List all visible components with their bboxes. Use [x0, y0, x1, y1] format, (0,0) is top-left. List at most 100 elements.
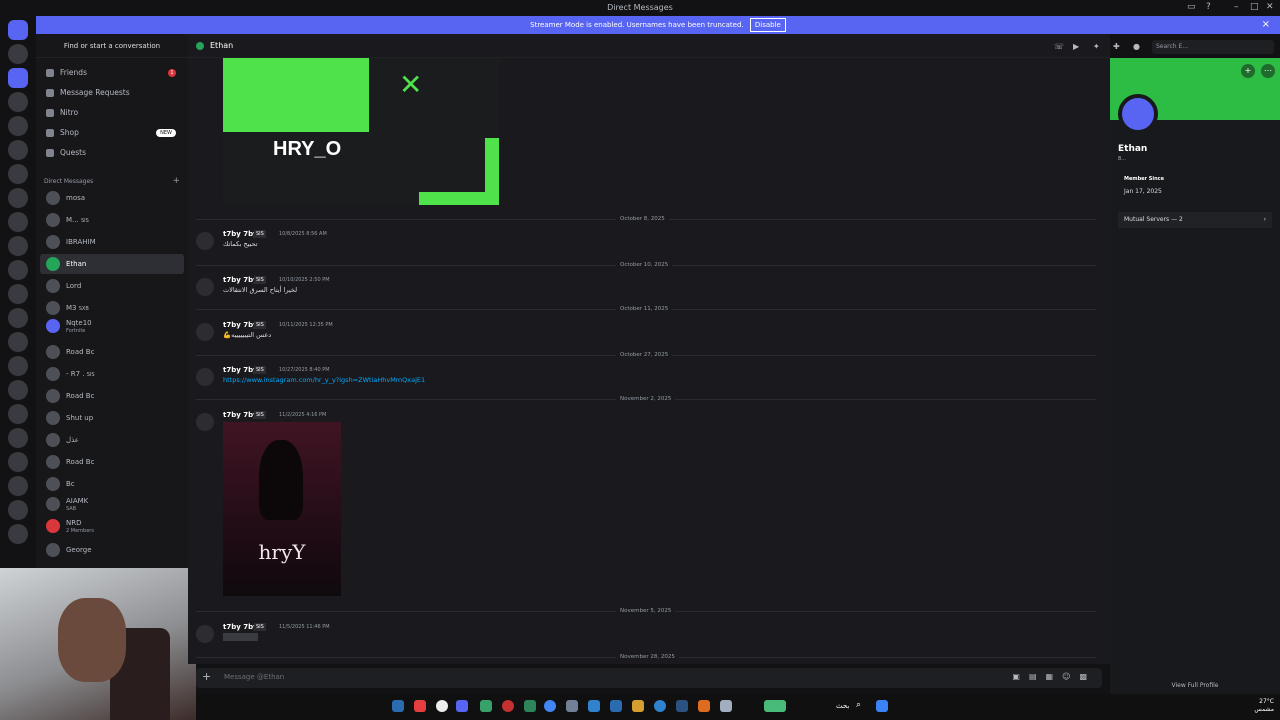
server-icon[interactable]	[8, 92, 28, 112]
message-author[interactable]: t7by 7by	[223, 623, 258, 631]
maximize-button[interactable]: □	[1250, 2, 1259, 12]
avatar[interactable]	[196, 413, 214, 431]
dm-item[interactable]: Bc	[40, 474, 184, 494]
apps-icon[interactable]: ▩	[1079, 672, 1096, 681]
add-friends-icon[interactable]: ✚	[1113, 42, 1120, 51]
voice-call-icon[interactable]: ☏	[1054, 42, 1064, 51]
folder-icon[interactable]	[632, 700, 644, 712]
add-friend-icon[interactable]: +	[1241, 64, 1255, 78]
disable-streamer-button[interactable]: Disable	[749, 18, 786, 32]
server-icon[interactable]	[8, 188, 28, 208]
dm-item[interactable]: M... SIS	[40, 210, 184, 230]
image-attachment-banner[interactable]: ✕ HRY_O	[223, 58, 499, 205]
server-icon[interactable]	[8, 380, 28, 400]
avatar[interactable]	[196, 232, 214, 250]
sticker-icon[interactable]: ▦	[1046, 672, 1063, 681]
server-icon[interactable]	[8, 68, 28, 88]
app-icon[interactable]	[588, 700, 600, 712]
profile-avatar[interactable]	[1118, 94, 1158, 134]
server-icon[interactable]	[8, 428, 28, 448]
server-icon[interactable]	[8, 260, 28, 280]
dm-item[interactable]: عذل	[40, 430, 184, 450]
spoiler-text[interactable]: رسالة مخفية	[223, 633, 258, 641]
server-icon[interactable]	[8, 308, 28, 328]
browser-icon[interactable]	[654, 700, 666, 712]
dm-item-active[interactable]: Ethan	[40, 254, 184, 274]
inbox-icon[interactable]: ▭	[1187, 2, 1196, 12]
emoji-icon[interactable]: ☺	[1062, 672, 1079, 681]
avatar[interactable]	[196, 278, 214, 296]
message-author[interactable]: t7by 7by	[223, 230, 258, 238]
server-icon[interactable]	[8, 284, 28, 304]
dm-item[interactable]: mosa	[40, 188, 184, 208]
message-input[interactable]: Message @Ethan	[224, 673, 284, 681]
gif-icon[interactable]: ▤	[1029, 672, 1046, 681]
nav-quests[interactable]: Quests	[40, 144, 184, 162]
dm-item[interactable]: Road Bc	[40, 342, 184, 362]
search-label[interactable]: بحث	[836, 702, 849, 710]
app-icon[interactable]	[524, 700, 536, 712]
dm-item[interactable]: Nqte10 Fortnite	[40, 316, 184, 336]
message-author[interactable]: t7by 7by	[223, 321, 258, 329]
app-icon[interactable]	[502, 700, 514, 712]
edge-icon[interactable]	[610, 700, 622, 712]
system-tray[interactable]: 27°C مشمس	[1254, 698, 1274, 714]
chrome-icon[interactable]	[544, 700, 556, 712]
windows-start-icon[interactable]	[876, 700, 888, 712]
steam-icon[interactable]	[392, 700, 404, 712]
nav-friends[interactable]: Friends 1	[40, 64, 184, 82]
add-attachment-icon[interactable]: +	[202, 670, 211, 683]
app-icon[interactable]	[676, 700, 688, 712]
server-icon[interactable]	[8, 356, 28, 376]
dm-item[interactable]: Road Bc	[40, 386, 184, 406]
server-icon[interactable]	[8, 524, 28, 544]
server-icon[interactable]	[8, 164, 28, 184]
avatar[interactable]	[196, 323, 214, 341]
dm-item[interactable]: M3 SXB	[40, 298, 184, 318]
home-discord-icon[interactable]	[8, 20, 28, 40]
server-icon[interactable]	[8, 236, 28, 256]
avatar[interactable]	[196, 368, 214, 386]
search-input[interactable]: Search E...	[1152, 40, 1274, 54]
dm-item[interactable]: George	[40, 540, 184, 560]
app-icon[interactable]	[698, 700, 710, 712]
app-icon[interactable]	[414, 700, 426, 712]
server-icon[interactable]	[8, 44, 28, 64]
message-author[interactable]: t7by 7by	[223, 411, 258, 419]
search-icon[interactable]: ⌕	[856, 700, 861, 710]
play-icon[interactable]	[480, 700, 492, 712]
settings-icon[interactable]	[566, 700, 578, 712]
close-window-button[interactable]: ✕	[1266, 2, 1274, 12]
message-author[interactable]: t7by 7by	[223, 276, 258, 284]
message-link[interactable]: https://www.instagram.com/hr_y_y?igsh=ZW…	[223, 376, 425, 384]
server-icon[interactable]	[8, 140, 28, 160]
dm-item[interactable]: IBRAHIM	[40, 232, 184, 252]
nav-shop[interactable]: Shop NEW	[40, 124, 184, 142]
dm-item[interactable]: AIAMK SAB	[40, 494, 184, 514]
avatar[interactable]	[196, 625, 214, 643]
close-banner-icon[interactable]: ×	[1262, 16, 1270, 34]
server-icon[interactable]	[8, 116, 28, 136]
nav-message-requests[interactable]: Message Requests	[40, 84, 184, 102]
app-icon[interactable]	[720, 700, 732, 712]
user-profile-icon[interactable]: ●	[1133, 42, 1140, 51]
server-icon[interactable]	[8, 500, 28, 520]
find-conversation-button[interactable]: Find or start a conversation	[36, 34, 188, 58]
server-icon[interactable]	[8, 476, 28, 496]
app-icon[interactable]	[436, 700, 448, 712]
nav-nitro[interactable]: Nitro	[40, 104, 184, 122]
dm-item[interactable]: Road Bc	[40, 452, 184, 472]
server-icon[interactable]	[8, 212, 28, 232]
minimize-button[interactable]: –	[1234, 2, 1239, 12]
help-icon[interactable]: ?	[1206, 2, 1211, 12]
server-icon[interactable]	[8, 404, 28, 424]
dm-item[interactable]: Lord	[40, 276, 184, 296]
discord-taskbar-icon[interactable]	[456, 700, 468, 712]
message-composer[interactable]: + Message @Ethan ▣▤▦☺▩	[196, 668, 1102, 688]
create-dm-button[interactable]: +	[172, 176, 180, 186]
image-attachment[interactable]: hryY	[223, 422, 341, 596]
server-icon[interactable]	[8, 332, 28, 352]
app-icon[interactable]	[764, 700, 786, 712]
view-full-profile-link[interactable]: View Full Profile	[1110, 682, 1280, 689]
message-author[interactable]: t7by 7by	[223, 366, 258, 374]
